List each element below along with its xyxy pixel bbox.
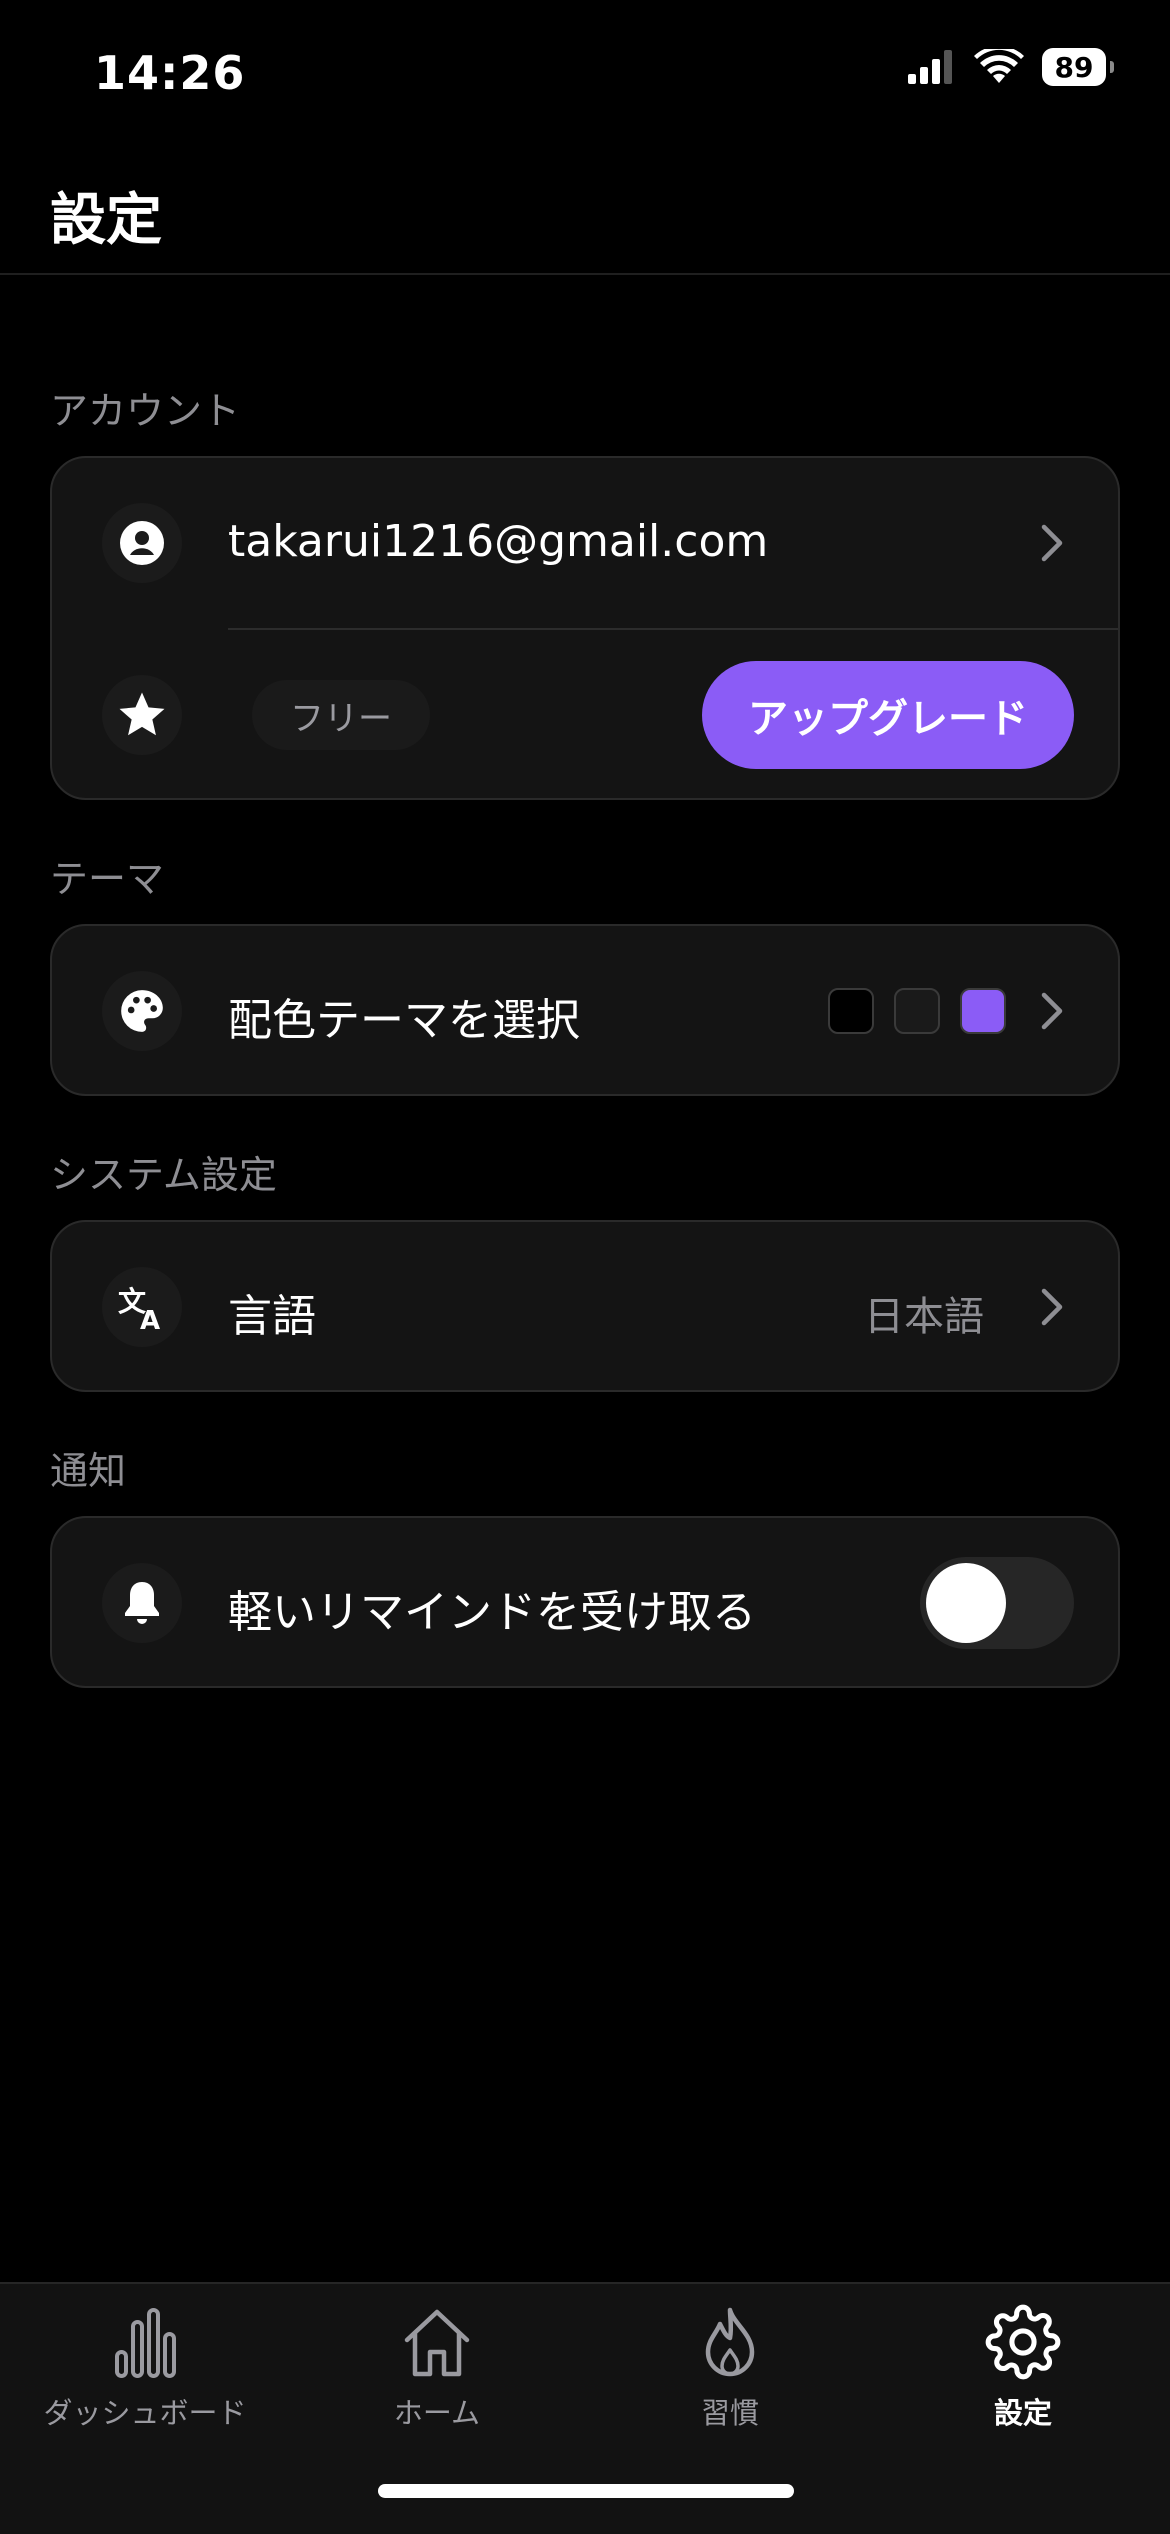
plan-badge: フリー — [252, 680, 430, 750]
home-icon — [404, 2309, 470, 2377]
notifications-card: 軽いリマインドを受け取る — [50, 1516, 1120, 1688]
chevron-right-icon — [1041, 992, 1063, 1030]
user-circle-icon — [102, 503, 182, 583]
palette-icon — [102, 971, 182, 1051]
upgrade-button[interactable]: アップグレード — [702, 661, 1074, 769]
reminder-toggle[interactable] — [920, 1557, 1074, 1649]
section-label-account: アカウント — [50, 389, 241, 433]
tab-label: 習慣 — [700, 2396, 759, 2430]
home-indicator — [378, 2484, 794, 2498]
tab-label: ダッシュボード — [43, 2396, 247, 2430]
language-value: 日本語 — [864, 1294, 984, 1340]
theme-swatch-dark[interactable] — [894, 988, 940, 1034]
battery-indicator: 89 — [1042, 48, 1114, 86]
language-label: 言語 — [228, 1291, 316, 1342]
section-label-notifications: 通知 — [50, 1449, 127, 1493]
svg-text:A: A — [140, 1306, 160, 1333]
gear-icon — [985, 2304, 1061, 2380]
tab-habits[interactable]: 習慣 — [600, 2304, 860, 2432]
header-divider — [0, 273, 1170, 275]
reminder-label: 軽いリマインドを受け取る — [228, 1587, 756, 1638]
theme-swatch-purple[interactable] — [960, 988, 1006, 1034]
tab-label: ホーム — [393, 2396, 481, 2430]
status-time: 14:26 — [94, 46, 246, 100]
cellular-signal-icon — [908, 50, 952, 84]
theme-swatch-black[interactable] — [828, 988, 874, 1034]
section-label-system: システム設定 — [50, 1153, 277, 1197]
tab-settings[interactable]: 設定 — [893, 2304, 1153, 2432]
section-label-theme: テーマ — [50, 857, 165, 901]
star-icon — [102, 675, 182, 755]
reminder-row: 軽いリマインドを受け取る — [52, 1518, 1118, 1688]
status-icons: 89 — [908, 48, 1114, 86]
bell-icon — [102, 1563, 182, 1643]
wifi-icon — [974, 49, 1024, 83]
bar-chart-icon — [115, 2308, 176, 2378]
system-card: 文 A 言語 日本語 — [50, 1220, 1120, 1392]
account-plan-row: フリー アップグレード — [52, 630, 1118, 800]
account-card: takarui1216@gmail.com フリー アップグレード — [50, 456, 1120, 800]
tab-dashboard[interactable]: ダッシュボード — [15, 2304, 275, 2432]
tab-home[interactable]: ホーム — [307, 2304, 567, 2432]
translate-icon: 文 A — [102, 1267, 182, 1347]
chevron-right-icon — [1041, 524, 1063, 562]
toggle-knob — [926, 1563, 1006, 1643]
flame-icon — [705, 2307, 755, 2377]
tab-label: 設定 — [993, 2396, 1052, 2430]
chevron-right-icon — [1041, 1288, 1063, 1326]
language-row[interactable]: 文 A 言語 日本語 — [52, 1222, 1118, 1392]
page-title: 設定 — [50, 188, 162, 253]
theme-select-row[interactable]: 配色テーマを選択 — [52, 926, 1118, 1096]
account-email: takarui1216@gmail.com — [228, 516, 769, 567]
theme-select-label: 配色テーマを選択 — [228, 995, 580, 1046]
account-email-row[interactable]: takarui1216@gmail.com — [52, 458, 1118, 628]
theme-card: 配色テーマを選択 — [50, 924, 1120, 1096]
